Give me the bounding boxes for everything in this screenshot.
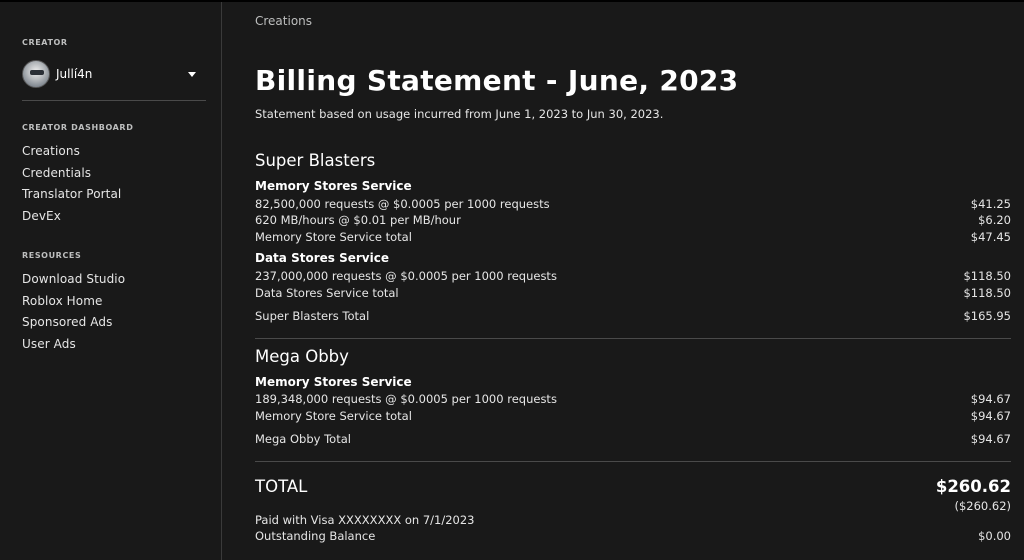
payment-amount-row: ($260.62) [255, 499, 1011, 513]
billing-statement: Creations Billing Statement - June, 2023… [223, 2, 1024, 560]
statement-period: Statement based on usage incurred from J… [255, 107, 664, 121]
line-item-label: 189,348,000 requests @ $0.0005 per 1000 … [255, 392, 557, 406]
creator-section-label: CREATOR [22, 38, 68, 47]
sidebar-item-translator-portal[interactable]: Translator Portal [22, 187, 121, 201]
line-item-amount: $94.67 [970, 392, 1011, 406]
game-total: Mega Obby Total $94.67 [255, 432, 1011, 446]
resources-section-label: RESOURCES [22, 251, 82, 260]
service-total: Memory Store Service total $47.45 [255, 230, 1011, 244]
grand-total: TOTAL $260.62 [255, 477, 1011, 496]
line-item-amount: $47.45 [970, 230, 1011, 244]
game-total-label: Mega Obby Total [255, 432, 351, 446]
line-item: 237,000,000 requests @ $0.0005 per 1000 … [255, 269, 1011, 283]
sidebar-item-credentials[interactable]: Credentials [22, 166, 91, 180]
payment-label: Paid with Visa XXXXXXXX on 7/1/2023 [255, 513, 475, 527]
chevron-down-icon[interactable] [188, 71, 196, 77]
service-title: Memory Stores Service [255, 179, 412, 193]
payment-info: Paid with Visa XXXXXXXX on 7/1/2023 [255, 513, 1011, 527]
grand-total-amount: $260.62 [935, 477, 1011, 496]
sidebar-item-sponsored-ads[interactable]: Sponsored Ads [22, 315, 112, 329]
line-item-amount: $118.50 [963, 269, 1011, 283]
section-divider [255, 338, 1011, 339]
avatar [22, 60, 50, 88]
sidebar: CREATOR Jullí4n CREATOR DASHBOARD Creati… [0, 2, 222, 560]
service-title: Memory Stores Service [255, 375, 412, 389]
game-total-label: Super Blasters Total [255, 309, 370, 323]
creator-name: Jullí4n [56, 67, 93, 81]
creator-selector[interactable]: Jullí4n [22, 59, 206, 89]
section-divider [255, 461, 1011, 462]
line-item: 620 MB/hours @ $0.01 per MB/hour $6.20 [255, 213, 1011, 227]
line-item-label: Memory Store Service total [255, 409, 412, 423]
outstanding-balance: Outstanding Balance $0.00 [255, 529, 1011, 543]
line-item: 82,500,000 requests @ $0.0005 per 1000 r… [255, 197, 1011, 211]
dashboard-section-label: CREATOR DASHBOARD [22, 123, 134, 132]
line-item-label: 237,000,000 requests @ $0.0005 per 1000 … [255, 269, 557, 283]
sidebar-item-roblox-home[interactable]: Roblox Home [22, 294, 103, 308]
outstanding-amount: $0.00 [978, 529, 1011, 543]
game-title: Super Blasters [255, 151, 376, 170]
line-item-label: Memory Store Service total [255, 230, 412, 244]
payment-amount: ($260.62) [954, 499, 1011, 513]
service-title: Data Stores Service [255, 251, 389, 265]
line-item-amount: $6.20 [978, 213, 1011, 227]
game-total-amount: $94.67 [970, 432, 1011, 446]
sidebar-divider [22, 100, 206, 101]
page-title: Billing Statement - June, 2023 [255, 64, 739, 97]
sidebar-item-download-studio[interactable]: Download Studio [22, 272, 125, 286]
line-item-label: 620 MB/hours @ $0.01 per MB/hour [255, 213, 461, 227]
line-item: 189,348,000 requests @ $0.0005 per 1000 … [255, 392, 1011, 406]
game-title: Mega Obby [255, 347, 349, 366]
breadcrumb[interactable]: Creations [255, 14, 312, 28]
game-total-amount: $165.95 [963, 309, 1011, 323]
line-item-amount: $94.67 [970, 409, 1011, 423]
game-total: Super Blasters Total $165.95 [255, 309, 1011, 323]
sidebar-item-creations[interactable]: Creations [22, 144, 80, 158]
line-item-amount: $41.25 [970, 197, 1011, 211]
line-item-label: Data Stores Service total [255, 286, 399, 300]
outstanding-label: Outstanding Balance [255, 529, 376, 543]
sidebar-item-user-ads[interactable]: User Ads [22, 337, 76, 351]
line-item-label: 82,500,000 requests @ $0.0005 per 1000 r… [255, 197, 550, 211]
line-item-amount: $118.50 [963, 286, 1011, 300]
grand-total-label: TOTAL [255, 477, 308, 496]
service-total: Memory Store Service total $94.67 [255, 409, 1011, 423]
service-total: Data Stores Service total $118.50 [255, 286, 1011, 300]
sidebar-item-devex[interactable]: DevEx [22, 209, 61, 223]
